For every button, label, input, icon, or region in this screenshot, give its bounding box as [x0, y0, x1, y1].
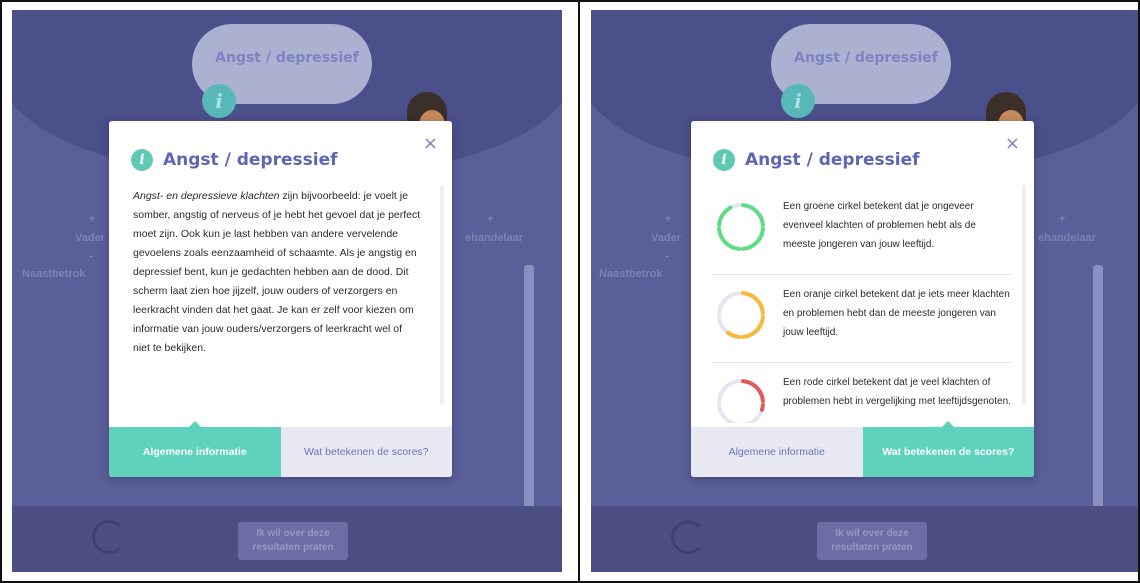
minus-icon[interactable]: -: [89, 250, 93, 262]
scrollbar[interactable]: [440, 185, 444, 405]
info-modal: × i Angst / depressief Angst- en depress…: [109, 121, 452, 477]
tab-general-info[interactable]: Algemene informatie: [691, 427, 863, 477]
label-behandelaar: ehandelaar: [465, 232, 524, 244]
plus-icon[interactable]: +: [487, 213, 493, 225]
green-circle-icon: [717, 203, 765, 251]
close-icon[interactable]: ×: [423, 133, 438, 154]
modal-tabs: Algemene informatie Wat betekenen de sco…: [109, 421, 452, 477]
scores-modal: × i Angst / depressief Een groene cirkel…: [691, 121, 1034, 477]
tab-general-info[interactable]: Algemene informatie: [109, 421, 281, 477]
info-icon: i: [713, 149, 735, 171]
tab-score-meaning[interactable]: Wat betekenen de scores?: [862, 421, 1034, 477]
cloud-title: Angst / depressief: [794, 50, 938, 66]
score-legend-list: Een groene cirkel betekent dat je ongeve…: [713, 187, 1011, 423]
info-icon[interactable]: i: [202, 84, 236, 118]
minus-icon[interactable]: -: [665, 250, 669, 262]
legend-text: Een oranje cirkel betekent dat je iets m…: [783, 289, 1010, 338]
score-bar: [524, 265, 534, 530]
modal-body-text: Angst- en depressieve klachten zijn bijv…: [133, 187, 421, 358]
body-text: zijn bijvoorbeeld: je voelt je somber, a…: [133, 190, 421, 354]
legend-text: Een rode cirkel betekent dat je veel kla…: [783, 377, 1011, 407]
tab-score-meaning[interactable]: Wat betekenen de scores?: [280, 427, 452, 477]
talk-about-results-button[interactable]: Ik wil over deze resultaten praten: [817, 522, 927, 560]
scrollbar[interactable]: [1022, 185, 1026, 405]
info-icon[interactable]: i: [781, 84, 815, 118]
plus-icon[interactable]: +: [1059, 213, 1065, 225]
progress-ring: [92, 520, 126, 554]
close-icon[interactable]: ×: [1005, 133, 1020, 154]
orange-circle-icon: [717, 291, 765, 339]
left-screen: Angst / depressief i + Vader - Naastbetr…: [12, 10, 562, 572]
list-item: Een groene cirkel betekent dat je ongeve…: [713, 187, 1011, 275]
label-naastbetrokkene: Naastbetrok: [599, 268, 663, 280]
progress-ring: [671, 520, 705, 554]
modal-header: i Angst / depressief: [131, 149, 338, 171]
label-vader: Vader: [651, 232, 681, 244]
label-naastbetrokkene: Naastbetrok: [22, 268, 86, 280]
modal-header: i Angst / depressief: [713, 149, 920, 171]
red-circle-icon: [717, 379, 765, 423]
plus-icon[interactable]: +: [665, 213, 671, 225]
right-screen: Angst / depressief i + Vader - Naastbetr…: [591, 10, 1138, 572]
label-vader: Vader: [75, 232, 105, 244]
talk-about-results-button[interactable]: Ik wil over deze resultaten praten: [238, 522, 348, 560]
list-item: Een oranje cirkel betekent dat je iets m…: [713, 275, 1011, 363]
score-bar: [1093, 265, 1103, 530]
modal-tabs: Algemene informatie Wat betekenen de sco…: [691, 421, 1034, 477]
body-emphasis: Angst- en depressieve klachten: [133, 190, 280, 202]
panel-divider: [578, 0, 580, 583]
modal-title: Angst / depressief: [163, 150, 338, 170]
plus-icon[interactable]: +: [89, 213, 95, 225]
list-item: Een rode cirkel betekent dat je veel kla…: [713, 363, 1011, 423]
info-icon: i: [131, 149, 153, 171]
modal-title: Angst / depressief: [745, 150, 920, 170]
legend-text: Een groene cirkel betekent dat je ongeve…: [783, 201, 976, 250]
cloud-title: Angst / depressief: [215, 50, 359, 66]
label-behandelaar: ehandelaar: [1038, 232, 1097, 244]
